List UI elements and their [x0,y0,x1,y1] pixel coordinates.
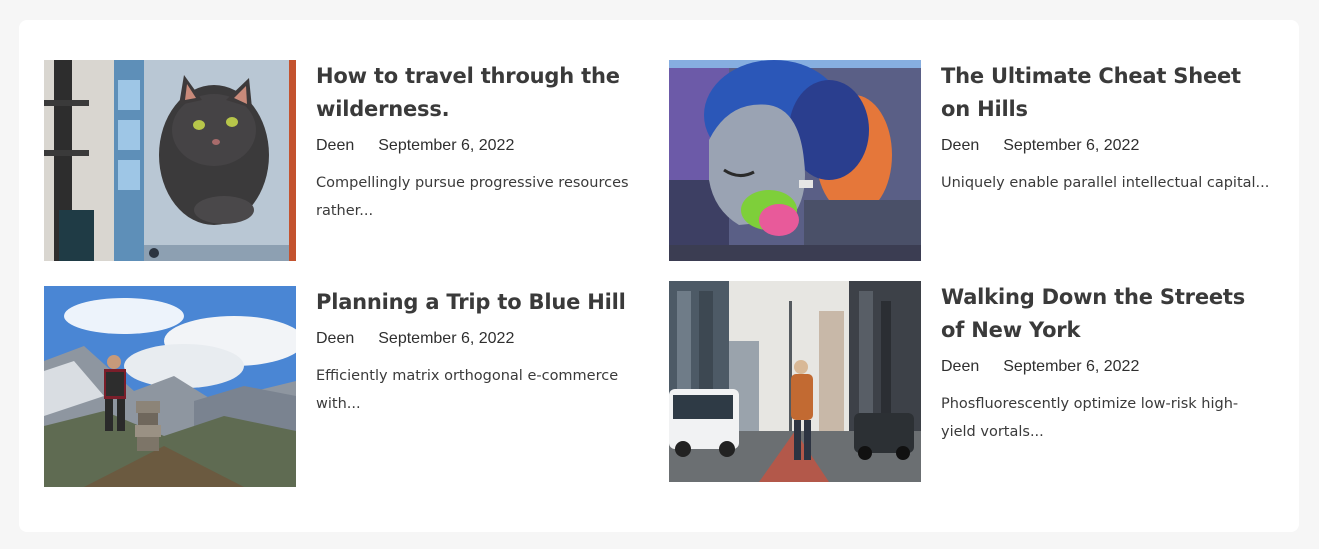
post-date[interactable]: September 6, 2022 [378,137,514,155]
post-date[interactable]: September 6, 2022 [1003,137,1139,155]
post-title[interactable]: Walking Down the Streets of New York [941,281,1271,347]
post-title[interactable]: The Ultimate Cheat Sheet on Hills [941,60,1271,126]
woman-graffiti-photo [669,60,921,261]
post-title[interactable]: How to travel through the wilderness. [316,60,646,126]
post-title[interactable]: Planning a Trip to Blue Hill [316,286,646,319]
post-excerpt: Efficiently matrix orthogonal e-commerce… [316,368,619,412]
post-meta: Deen September 6, 2022 [316,330,646,348]
post-item: How to travel through the wilderness. De… [44,60,646,261]
post-meta: Deen September 6, 2022 [941,137,1271,155]
post-thumbnail[interactable] [44,286,296,487]
post-meta: Deen September 6, 2022 [316,137,646,155]
post-excerpt: Uniquely enable parallel intellectual ca… [941,175,1270,191]
post-thumbnail[interactable] [44,60,296,261]
post-excerpt: Compellingly pursue progressive resource… [316,175,629,219]
post-meta: Deen September 6, 2022 [941,358,1271,376]
post-date[interactable]: September 6, 2022 [378,330,514,348]
posts-card: How to travel through the wilderness. De… [19,20,1299,532]
post-thumbnail[interactable] [669,281,921,482]
city-street-photo [669,281,921,482]
post-author[interactable]: Deen [316,137,354,155]
post-date[interactable]: September 6, 2022 [1003,358,1139,376]
post-thumbnail[interactable] [669,60,921,261]
post-author[interactable]: Deen [941,137,979,155]
post-excerpt: Phosfluorescently optimize low-risk high… [941,396,1239,440]
post-item: Planning a Trip to Blue Hill Deen Septem… [44,286,646,487]
post-item: Walking Down the Streets of New York Dee… [669,281,1271,482]
mountain-hiker-photo [44,286,296,487]
post-author[interactable]: Deen [316,330,354,348]
post-item: The Ultimate Cheat Sheet on Hills Deen S… [669,60,1271,261]
post-author[interactable]: Deen [941,358,979,376]
cat-mural-photo [44,60,296,261]
